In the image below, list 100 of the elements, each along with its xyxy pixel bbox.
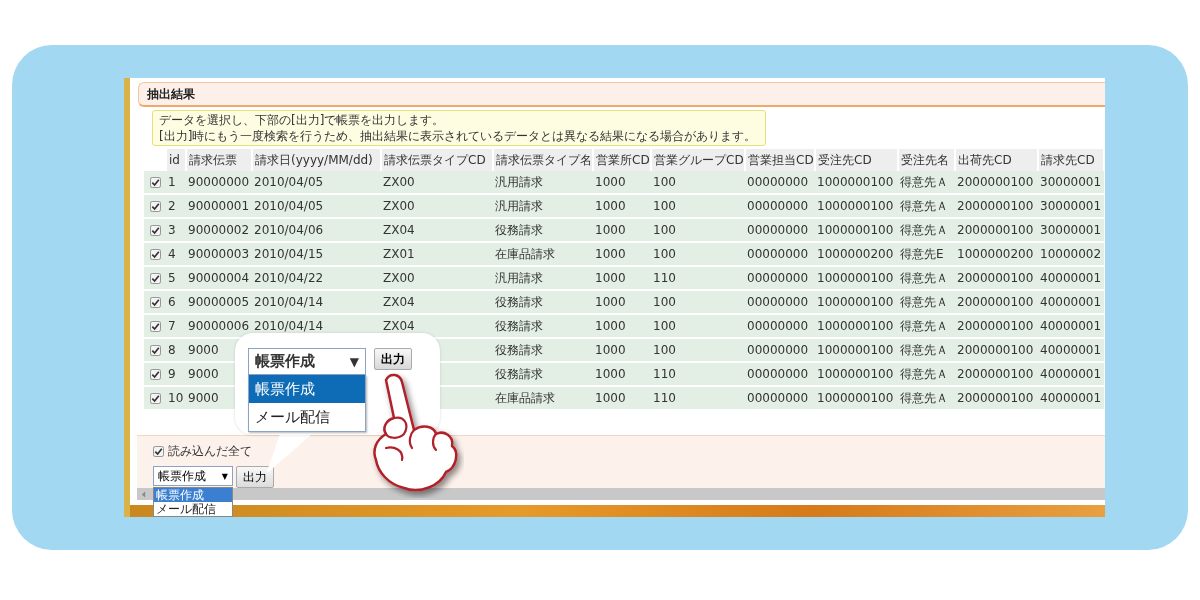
report-select[interactable]: 帳票作成 ▼ (248, 348, 366, 375)
table-cell: ZX04 (383, 295, 415, 309)
row-checkbox[interactable] (150, 368, 161, 380)
table-cell: 2010/04/05 (254, 175, 324, 189)
table-cell: 得意先Ａ (900, 294, 948, 309)
table-cell: 1000 (595, 199, 626, 213)
row-checkbox[interactable] (150, 200, 161, 212)
table-cell: 1000000100 (817, 199, 894, 213)
table-cell: 役務請求 (495, 294, 543, 309)
table-cell: 1000000100 (817, 271, 894, 285)
table-cell: 1000 (595, 247, 626, 261)
column-header[interactable]: 受注先名 (898, 149, 955, 171)
table-cell: 100 (653, 199, 676, 213)
table-cell: 得意先Ａ (900, 390, 948, 405)
table-cell: 110 (653, 391, 676, 405)
row-checkbox[interactable] (150, 224, 161, 236)
table-cell: ZX00 (383, 175, 415, 189)
row-checkbox[interactable] (150, 176, 161, 188)
row-checkbox[interactable] (150, 344, 161, 356)
table-cell: 110 (653, 271, 676, 285)
table-cell: ZX04 (383, 223, 415, 237)
table-cell: 2000000100 (957, 343, 1034, 357)
table-cell: ZX00 (383, 271, 415, 285)
table-cell: 90000004 (188, 271, 250, 285)
table-cell: 2000000100 (957, 271, 1034, 285)
report-select[interactable]: 帳票作成 ▼ (153, 466, 233, 486)
table-cell: ZX04 (383, 319, 415, 333)
table-cell: 00000000 (747, 247, 809, 261)
row-checkbox[interactable] (150, 320, 161, 332)
table-cell: 汎用請求 (495, 198, 543, 213)
column-header[interactable]: 営業所CD (593, 149, 651, 171)
table-cell: 得意先Ａ (900, 318, 948, 333)
table-cell: 00000000 (747, 175, 809, 189)
column-header[interactable]: 営業担当CD (745, 149, 815, 171)
table-cell: 得意先Ａ (900, 366, 948, 381)
table-cell: 2000000100 (957, 175, 1034, 189)
table-cell: 1000000100 (817, 367, 894, 381)
row-checkbox[interactable] (150, 272, 161, 284)
table-cell: 00000000 (747, 223, 809, 237)
table-cell: 1000 (595, 367, 626, 381)
column-header[interactable]: id (166, 149, 186, 171)
table-cell: 2 (168, 199, 176, 213)
table-cell: 9 (168, 367, 176, 381)
table-cell: 1 (168, 175, 176, 189)
dropdown-option[interactable]: 帳票作成 (154, 488, 232, 502)
table-cell: 30000001 (1040, 199, 1102, 213)
table-cell: 100 (653, 343, 676, 357)
table-cell: 90000001 (188, 199, 250, 213)
table-cell: 得意先Ａ (900, 342, 948, 357)
table-cell: 役務請求 (495, 342, 543, 357)
row-checkbox[interactable] (150, 392, 161, 404)
table-cell: 4 (168, 247, 176, 261)
notice-text: [出力]時にもう一度検索を行うため、抽出結果に表示されているデータとは異なる結果になる場合があります。 (159, 128, 758, 144)
output-button[interactable]: 出力 (374, 348, 412, 370)
table-cell: 1000000100 (817, 343, 894, 357)
dropdown-option[interactable]: メール配信 (154, 502, 232, 516)
column-header[interactable]: 請求日(yyyy/MM/dd) (252, 149, 381, 171)
horizontal-scrollbar[interactable] (137, 488, 1105, 500)
table-cell: 2010/04/15 (254, 247, 324, 261)
select-all-label: 読み込んだ全て (168, 443, 252, 460)
dropdown-option[interactable]: 帳票作成 (249, 375, 365, 403)
table-cell: 1000 (595, 391, 626, 405)
table-cell: 7 (168, 319, 176, 333)
column-header[interactable]: 営業グループCD (651, 149, 745, 171)
table-cell: 00000000 (747, 319, 809, 333)
table-cell: 30000001 (1040, 175, 1102, 189)
column-header[interactable]: 請求伝票 (186, 149, 252, 171)
table-cell: 00000000 (747, 391, 809, 405)
table-cell: 2010/04/14 (254, 295, 324, 309)
table-cell: 3 (168, 223, 176, 237)
table-cell: 得意先E (900, 246, 944, 261)
table-cell: 00000000 (747, 367, 809, 381)
table-cell: 1000000100 (817, 391, 894, 405)
table-cell: 00000000 (747, 295, 809, 309)
table-cell: 100 (653, 295, 676, 309)
output-button[interactable]: 出力 (236, 466, 274, 488)
table-cell: 2000000100 (957, 223, 1034, 237)
row-checkbox[interactable] (150, 248, 161, 260)
select-all-checkbox[interactable] (153, 446, 164, 457)
table-cell: 2000000100 (957, 319, 1034, 333)
table-cell: 100 (653, 319, 676, 333)
table-cell: 110 (653, 367, 676, 381)
table-cell: 2010/04/06 (254, 223, 324, 237)
row-checkbox[interactable] (150, 296, 161, 308)
dropdown-option[interactable]: メール配信 (249, 403, 365, 431)
column-header[interactable]: 請求伝票タイプ名 (493, 149, 593, 171)
table-cell: 6 (168, 295, 176, 309)
table-cell: 40000001 (1040, 367, 1102, 381)
column-header[interactable]: 請求先CD (1038, 149, 1104, 171)
table-cell: 2000000100 (957, 295, 1034, 309)
table-cell: 00000000 (747, 199, 809, 213)
column-header[interactable]: 請求伝票タイプCD (381, 149, 493, 171)
table-cell: 90000003 (188, 247, 250, 261)
column-header[interactable]: 受注先CD (815, 149, 898, 171)
table-cell: 90000000 (188, 175, 250, 189)
table-cell: 1000000200 (817, 247, 894, 261)
table-cell: 1000000100 (817, 223, 894, 237)
table-cell: ZX00 (383, 199, 415, 213)
column-header[interactable]: 出荷先CD (955, 149, 1038, 171)
table-cell: 1000 (595, 319, 626, 333)
